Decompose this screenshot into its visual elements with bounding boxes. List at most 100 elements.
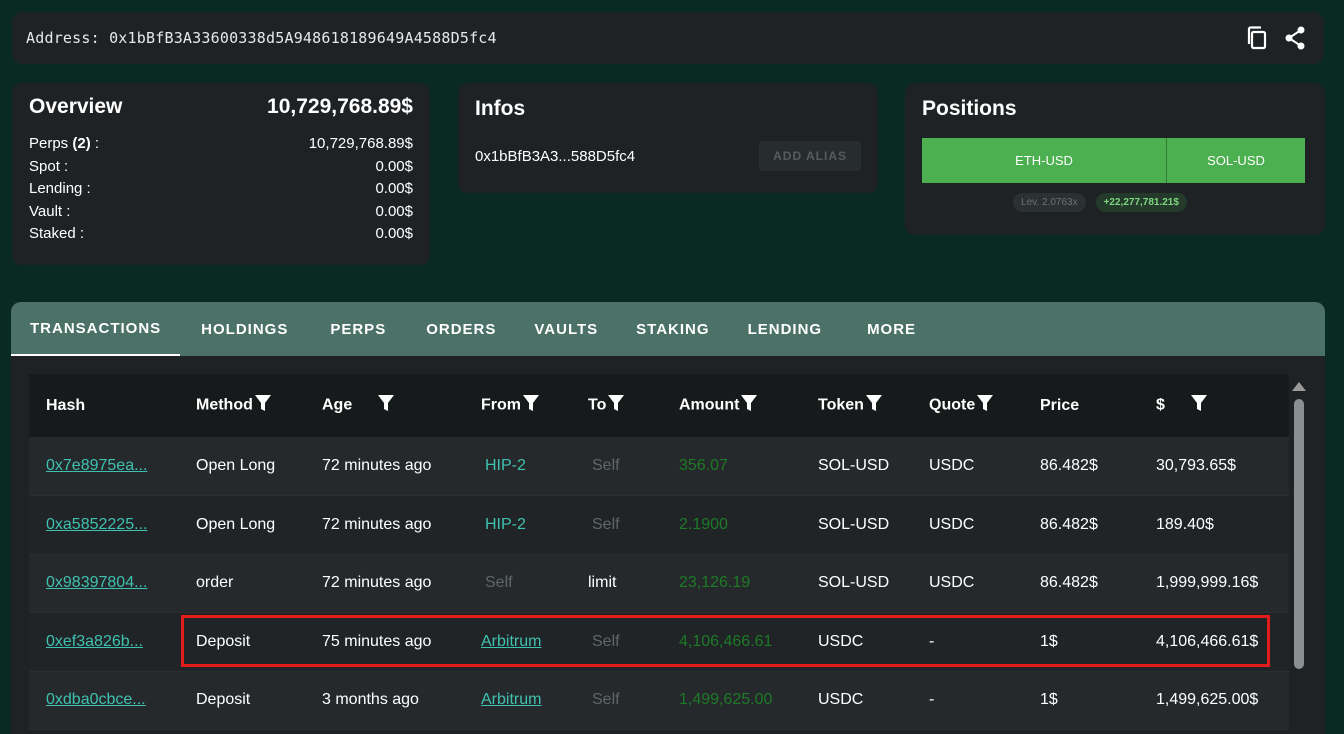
tx-usd: 1,499,625.00$ xyxy=(1156,691,1259,709)
position-sol-usd[interactable]: SOL-USD xyxy=(1167,138,1305,183)
tx-token: USDC xyxy=(818,691,864,709)
tx-method: Deposit xyxy=(196,632,251,650)
positions-card: Positions ETH-USD SOL-USD Lev. 2.0763x +… xyxy=(905,83,1325,235)
tx-hash-link[interactable]: 0x7e8975ea... xyxy=(29,437,179,496)
tab-orders[interactable]: ORDERS xyxy=(407,302,515,356)
col-from: From xyxy=(464,374,571,437)
table-row: 0xef3a826b... Deposit 75 minutes ago Arb… xyxy=(29,612,1289,672)
tx-hash-link[interactable]: 0xdba0cbce... xyxy=(29,671,179,730)
table-scrollbar[interactable] xyxy=(1291,374,1307,734)
tab-perps[interactable]: PERPS xyxy=(309,302,407,356)
transactions-table: Hash Method Age From To Amount Token Quo… xyxy=(29,374,1289,730)
overview-row-perps: Perps (2) : 10,729,768.89$ xyxy=(29,133,413,156)
tab-bar: TRANSACTIONS HOLDINGS PERPS ORDERS VAULT… xyxy=(11,302,1325,356)
copy-icon[interactable] xyxy=(1244,24,1270,52)
table-row: 0xdba0cbce... Deposit 3 months ago Arbit… xyxy=(29,671,1289,730)
tx-age: 75 minutes ago xyxy=(322,632,432,650)
overview-value: 0.00$ xyxy=(375,180,413,197)
overview-row-vault: Vault : 0.00$ xyxy=(29,201,413,224)
filter-icon[interactable] xyxy=(608,394,625,417)
tx-price: 86.482$ xyxy=(1040,515,1098,533)
tx-price: 86.482$ xyxy=(1040,457,1098,474)
tx-to: Self xyxy=(592,457,620,474)
positions-title: Positions xyxy=(922,97,1017,120)
tx-usd: 1,999,999.16$ xyxy=(1156,574,1259,592)
infos-card: Infos 0x1bBfB3A3...588D5fc4 ADD ALIAS xyxy=(458,83,878,193)
col-quote: Quote xyxy=(912,374,1023,437)
col-token: Token xyxy=(801,374,912,437)
overview-value: 0.00$ xyxy=(375,225,413,242)
col-usd: $ xyxy=(1139,374,1289,437)
tx-price: 86.482$ xyxy=(1040,574,1098,592)
tx-method: Open Long xyxy=(196,515,276,533)
tab-more[interactable]: MORE xyxy=(841,302,942,356)
overview-label: Staked : xyxy=(29,225,85,242)
tx-price: 1$ xyxy=(1040,691,1058,709)
tx-to: Self xyxy=(592,515,620,533)
tx-method: Deposit xyxy=(196,691,251,709)
tab-transactions[interactable]: TRANSACTIONS xyxy=(11,302,181,356)
positions-bar: ETH-USD SOL-USD xyxy=(922,138,1308,183)
filter-icon[interactable] xyxy=(1190,394,1207,417)
scroll-thumb[interactable] xyxy=(1294,399,1304,669)
overview-row-staked: Staked : 0.00$ xyxy=(29,223,413,246)
tab-staking[interactable]: STAKING xyxy=(617,302,728,356)
tx-amount: 2.1900 xyxy=(679,515,728,533)
overview-label: Vault : xyxy=(29,202,71,220)
position-eth-usd[interactable]: ETH-USD xyxy=(922,138,1167,183)
tx-from[interactable]: HIP-2 xyxy=(464,496,571,555)
tx-from[interactable]: Arbitrum xyxy=(464,613,571,672)
tab-holdings[interactable]: HOLDINGS xyxy=(180,302,309,356)
tx-amount: 4,106,466.61 xyxy=(679,632,773,650)
transactions-table-wrap: Hash Method Age From To Amount Token Quo… xyxy=(29,374,1289,734)
tx-quote: - xyxy=(929,632,935,650)
tx-age: 72 minutes ago xyxy=(322,574,432,592)
tx-usd: 4,106,466.61$ xyxy=(1156,632,1259,650)
filter-icon[interactable] xyxy=(741,394,758,417)
infos-title: Infos xyxy=(475,97,526,120)
tx-hash-link[interactable]: 0xef3a826b... xyxy=(29,613,179,672)
tx-method: order xyxy=(196,574,234,592)
tx-age: 72 minutes ago xyxy=(322,515,432,533)
tx-from[interactable]: Arbitrum xyxy=(464,671,571,730)
tx-usd: 189.40$ xyxy=(1156,515,1214,533)
scroll-up-arrow-icon[interactable] xyxy=(1292,382,1306,391)
overview-row-lending: Lending : 0.00$ xyxy=(29,178,413,201)
tabs-panel: TRANSACTIONS HOLDINGS PERPS ORDERS VAULT… xyxy=(11,302,1325,734)
filter-icon[interactable] xyxy=(378,394,395,417)
tx-to: Self xyxy=(592,691,620,709)
tab-lending[interactable]: LENDING xyxy=(729,302,842,356)
filter-icon[interactable] xyxy=(977,394,994,417)
tx-quote: USDC xyxy=(929,515,975,533)
address-actions xyxy=(1244,24,1308,52)
col-hash: Hash xyxy=(46,396,86,414)
tx-token: SOL-USD xyxy=(818,515,890,533)
filter-icon[interactable] xyxy=(865,394,882,417)
tx-quote: - xyxy=(929,691,935,709)
tx-quote: USDC xyxy=(929,457,975,474)
tx-usd: 30,793.65$ xyxy=(1156,457,1237,474)
tx-method: Open Long xyxy=(196,457,276,474)
address-bar: Address: 0x1bBfB3A33600338d5A94861818964… xyxy=(12,12,1324,64)
tx-hash-link[interactable]: 0x98397804... xyxy=(29,554,179,613)
pnl-badge: +22,277,781.21$ xyxy=(1095,193,1187,212)
tx-price: 1$ xyxy=(1040,632,1058,650)
overview-value: 0.00$ xyxy=(375,202,413,220)
col-amount: Amount xyxy=(662,374,801,437)
col-age: Age xyxy=(305,374,464,437)
tx-hash-link[interactable]: 0xa5852225... xyxy=(29,496,179,555)
tab-vaults[interactable]: VAULTS xyxy=(515,302,617,356)
add-alias-button[interactable]: ADD ALIAS xyxy=(759,141,861,171)
tx-to: Self xyxy=(592,632,620,650)
tx-age: 3 months ago xyxy=(322,691,419,709)
tx-amount: 23,126.19 xyxy=(679,574,751,592)
col-price: Price xyxy=(1040,396,1080,414)
filter-icon[interactable] xyxy=(523,394,539,417)
overview-value: 0.00$ xyxy=(375,157,413,175)
table-row: 0xa5852225... Open Long 72 minutes ago H… xyxy=(29,495,1289,555)
address-text: Address: 0x1bBfB3A33600338d5A94861818964… xyxy=(26,29,497,47)
share-icon[interactable] xyxy=(1282,24,1308,52)
filter-icon[interactable] xyxy=(254,394,271,417)
tx-from[interactable]: HIP-2 xyxy=(464,437,571,496)
tx-from: Self xyxy=(485,574,513,592)
